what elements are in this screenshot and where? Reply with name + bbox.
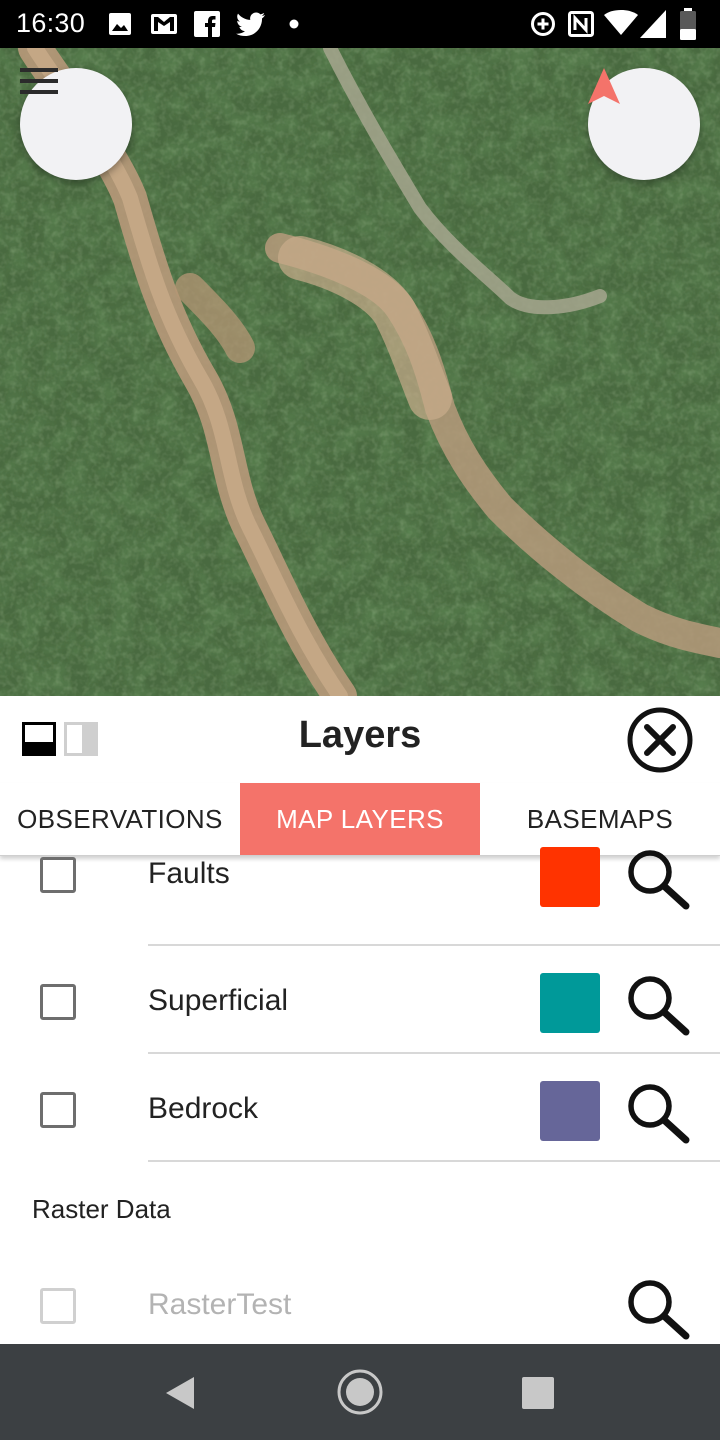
system-navigation-bar: [0, 1344, 720, 1440]
layer-row-faults: Faults: [0, 838, 720, 946]
home-icon[interactable]: [337, 1369, 383, 1415]
image-icon: [109, 13, 131, 35]
close-icon[interactable]: [626, 706, 694, 774]
layer-checkbox-bedrock[interactable]: [40, 1092, 76, 1128]
battery-icon: [680, 8, 696, 40]
layer-color-swatch-faults[interactable]: [540, 847, 600, 907]
back-icon[interactable]: [164, 1376, 196, 1410]
locate-button[interactable]: [588, 68, 700, 180]
layer-label-rastertest: RasterTest: [148, 1288, 292, 1321]
hamburger-menu-icon: [20, 68, 58, 94]
layer-row-superficial: Superficial: [0, 946, 720, 1054]
panel-title: Layers: [298, 714, 422, 756]
zoom-to-layer-icon[interactable]: [626, 1278, 690, 1340]
layer-list: Faults Superficial Bedrock Raster Data R…: [0, 847, 720, 1366]
layer-checkbox-faults[interactable]: [40, 857, 76, 893]
status-bar: 16:30: [0, 0, 720, 48]
dot-icon: [289, 19, 299, 29]
layer-color-swatch-bedrock[interactable]: [540, 1081, 600, 1141]
status-time: 16:30: [16, 8, 86, 38]
data-saver-icon: [531, 12, 555, 36]
zoom-to-layer-icon[interactable]: [626, 1082, 690, 1144]
navigation-arrow-icon: [588, 68, 620, 104]
recents-icon[interactable]: [522, 1377, 554, 1409]
layer-label-faults: Faults: [148, 857, 230, 890]
panel-header: Layers: [0, 696, 720, 782]
layers-panel: Layers OBSERVATIONS MAP LAYERS BASEMAPS …: [0, 696, 720, 1344]
satellite-map[interactable]: [0, 48, 720, 696]
twitter-icon: [236, 12, 265, 36]
raster-section-label: Raster Data: [32, 1194, 171, 1224]
raster-section-header: Raster Data: [0, 1162, 720, 1258]
facebook-icon: [194, 11, 220, 37]
layer-row-bedrock: Bedrock: [0, 1054, 720, 1162]
layer-checkbox-rastertest[interactable]: [40, 1288, 76, 1324]
layer-label-superficial: Superficial: [148, 984, 289, 1017]
wifi-icon: [604, 10, 638, 35]
zoom-to-layer-icon[interactable]: [626, 974, 690, 1036]
layer-label-bedrock: Bedrock: [148, 1092, 259, 1125]
zoom-to-layer-icon[interactable]: [626, 848, 690, 910]
signal-icon: [640, 10, 666, 38]
layer-checkbox-superficial[interactable]: [40, 984, 76, 1020]
menu-button[interactable]: [20, 68, 132, 180]
layer-color-swatch-superficial[interactable]: [540, 973, 600, 1033]
nfc-icon: [568, 11, 594, 37]
gmail-icon: [151, 14, 177, 34]
